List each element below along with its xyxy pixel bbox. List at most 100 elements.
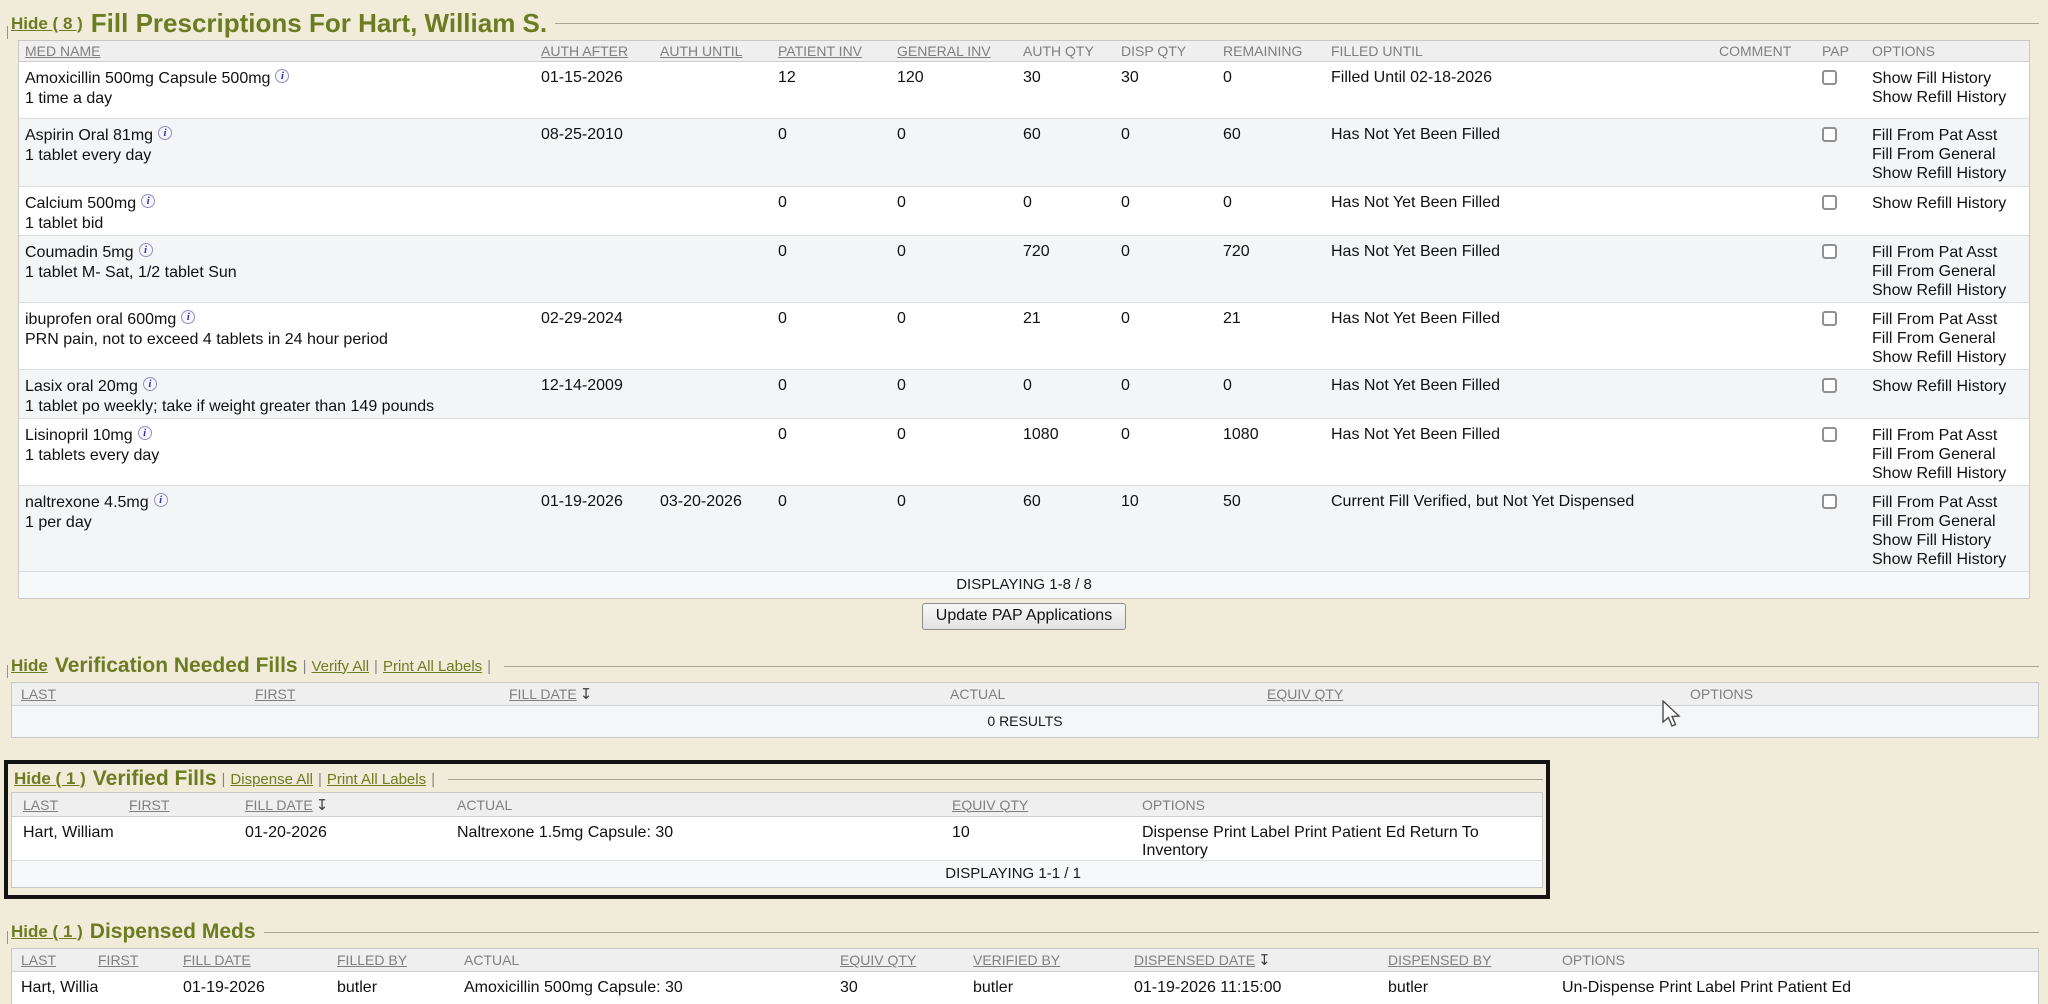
col-equiv-qty[interactable]: EQUIV QTY	[1267, 686, 1690, 702]
col-auth-until[interactable]: AUTH UNTIL	[660, 43, 778, 59]
option-link[interactable]: Fill From Pat Asst	[1872, 243, 2029, 262]
comment-cell	[1719, 62, 1822, 118]
legend-tick	[7, 26, 8, 39]
dispensed-row: Hart, William 01-19-2026 butler Amoxicil…	[12, 972, 2038, 1004]
info-icon[interactable]: i	[138, 426, 152, 440]
info-icon[interactable]: i	[275, 69, 289, 83]
filled-until-cell: Has Not Yet Been Filled	[1331, 303, 1719, 369]
option-link[interactable]: Fill From General	[1872, 445, 2029, 464]
info-icon[interactable]: i	[158, 126, 172, 140]
legend-separator: |	[222, 771, 226, 788]
legend-separator: |	[487, 658, 491, 675]
update-pap-applications-button[interactable]: Update PAP Applications	[922, 603, 1126, 630]
col-fill-date[interactable]: FILL DATE	[183, 952, 337, 968]
option-link[interactable]: Fill From Pat Asst	[1872, 493, 2029, 512]
verified-by-cell: butler	[973, 972, 1134, 1004]
option-link[interactable]: Fill From General	[1872, 145, 2029, 164]
col-dispensed-by[interactable]: DISPENSED BY	[1388, 952, 1562, 968]
option-link[interactable]: Show Refill History	[1872, 377, 2029, 396]
pap-checkbox[interactable]	[1822, 378, 1837, 393]
option-link[interactable]: Fill From Pat Asst	[1872, 426, 2029, 445]
col-actual: ACTUAL	[457, 797, 952, 813]
col-first[interactable]: FIRST	[129, 797, 245, 813]
col-equiv-qty[interactable]: EQUIV QTY	[840, 952, 973, 968]
col-last[interactable]: LAST	[21, 952, 98, 968]
option-link[interactable]: Fill From General	[1872, 329, 2029, 348]
disp-qty-cell: 30	[1121, 62, 1223, 118]
option-link[interactable]: Show Refill History	[1872, 194, 2029, 213]
dispensed-legend: Hide ( 1 ) Dispensed Meds	[7, 920, 2039, 944]
dispense-all-link[interactable]: Dispense All	[230, 771, 313, 788]
pap-cell	[1822, 62, 1872, 118]
verify-all-link[interactable]: Verify All	[312, 658, 370, 675]
print-all-labels-link[interactable]: Print All Labels	[327, 771, 426, 788]
pap-checkbox[interactable]	[1822, 427, 1837, 442]
col-auth-after[interactable]: AUTH AFTER	[541, 43, 660, 59]
col-verified-by[interactable]: VERIFIED BY	[973, 952, 1134, 968]
row-options[interactable]: Un-Dispense Print Label Print Patient Ed	[1562, 972, 2038, 1004]
col-actual: ACTUAL	[464, 952, 840, 968]
option-link[interactable]: Fill From General	[1872, 512, 2029, 531]
info-icon[interactable]: i	[141, 194, 155, 208]
option-link[interactable]: Show Fill History	[1872, 531, 2029, 550]
hide-verification-link[interactable]: Hide	[11, 656, 48, 676]
mouse-cursor	[1661, 700, 1687, 730]
pap-checkbox[interactable]	[1822, 311, 1837, 326]
option-link[interactable]: Fill From Pat Asst	[1872, 310, 2029, 329]
info-icon[interactable]: i	[154, 493, 168, 507]
col-fill-date[interactable]: FILL DATE↧	[245, 796, 457, 814]
pharmacy-fill-screen: Hide ( 8 ) Fill Prescriptions For Hart, …	[0, 0, 2048, 1004]
option-link[interactable]: Show Refill History	[1872, 164, 2029, 183]
dispensed-title: Dispensed Meds	[90, 920, 256, 944]
verification-empty-state: 0 RESULTS	[12, 706, 2038, 737]
option-link[interactable]: Show Refill History	[1872, 348, 2029, 367]
col-equiv-qty[interactable]: EQUIV QTY	[952, 797, 1142, 813]
legend-separator: |	[431, 771, 435, 788]
option-link[interactable]: Show Fill History	[1872, 69, 2029, 88]
auth-after-cell	[541, 236, 660, 302]
general-inv-cell: 0	[897, 236, 1023, 302]
hide-dispensed-link[interactable]: Hide ( 1 )	[11, 922, 83, 942]
col-last[interactable]: LAST	[23, 797, 129, 813]
col-filled-by[interactable]: FILLED BY	[337, 952, 464, 968]
pap-cell	[1822, 486, 1872, 571]
option-link[interactable]: Fill From Pat Asst	[1872, 126, 2029, 145]
col-fill-date[interactable]: FILL DATE↧	[509, 685, 950, 703]
option-link[interactable]: Show Refill History	[1872, 88, 2029, 107]
option-link[interactable]: Fill From General	[1872, 262, 2029, 281]
option-link[interactable]: Show Refill History	[1872, 464, 2029, 483]
pap-checkbox[interactable]	[1822, 127, 1837, 142]
pap-cell	[1822, 187, 1872, 235]
col-general-inv[interactable]: GENERAL INV	[897, 43, 1023, 59]
col-med-name[interactable]: MED NAME	[25, 43, 541, 59]
option-link[interactable]: Show Refill History	[1872, 281, 2029, 300]
print-all-labels-link[interactable]: Print All Labels	[383, 658, 482, 675]
pap-checkbox[interactable]	[1822, 195, 1837, 210]
prescription-row: ibuprofen oral 600mgi PRN pain, not to e…	[19, 303, 2029, 370]
verification-legend: Hide Verification Needed Fills | Verify …	[7, 654, 2039, 678]
general-inv-cell: 0	[897, 303, 1023, 369]
auth-qty-cell: 30	[1023, 62, 1121, 118]
page-title: Fill Prescriptions For Hart, William S.	[91, 8, 547, 39]
pap-checkbox[interactable]	[1822, 244, 1837, 259]
info-icon[interactable]: i	[139, 243, 153, 257]
pap-checkbox[interactable]	[1822, 70, 1837, 85]
options-cell: Fill From Pat Asst Fill From General Sho…	[1872, 303, 2029, 369]
option-link[interactable]: Show Refill History	[1872, 550, 2029, 569]
info-icon[interactable]: i	[181, 310, 195, 324]
col-patient-inv[interactable]: PATIENT INV	[778, 43, 897, 59]
col-last[interactable]: LAST	[21, 686, 255, 702]
hide-verified-link[interactable]: Hide ( 1 )	[14, 769, 86, 789]
col-dispensed-date[interactable]: DISPENSED DATE↧	[1134, 951, 1388, 969]
prescriptions-paging-status: DISPLAYING 1-8 / 8	[19, 572, 2029, 598]
fill-date-cell: 01-20-2026	[245, 817, 457, 860]
col-first[interactable]: FIRST	[255, 686, 509, 702]
med-sig: 1 tablet po weekly; take if weight great…	[25, 398, 541, 416]
info-icon[interactable]: i	[143, 377, 157, 391]
pap-checkbox[interactable]	[1822, 494, 1837, 509]
row-options[interactable]: Dispense Print Label Print Patient Ed Re…	[1142, 817, 1542, 860]
col-first[interactable]: FIRST	[98, 952, 183, 968]
options-cell: Fill From Pat Asst Fill From General Sho…	[1872, 486, 2029, 571]
hide-prescriptions-link[interactable]: Hide ( 8 )	[11, 14, 83, 34]
verification-title: Verification Needed Fills	[55, 654, 298, 678]
